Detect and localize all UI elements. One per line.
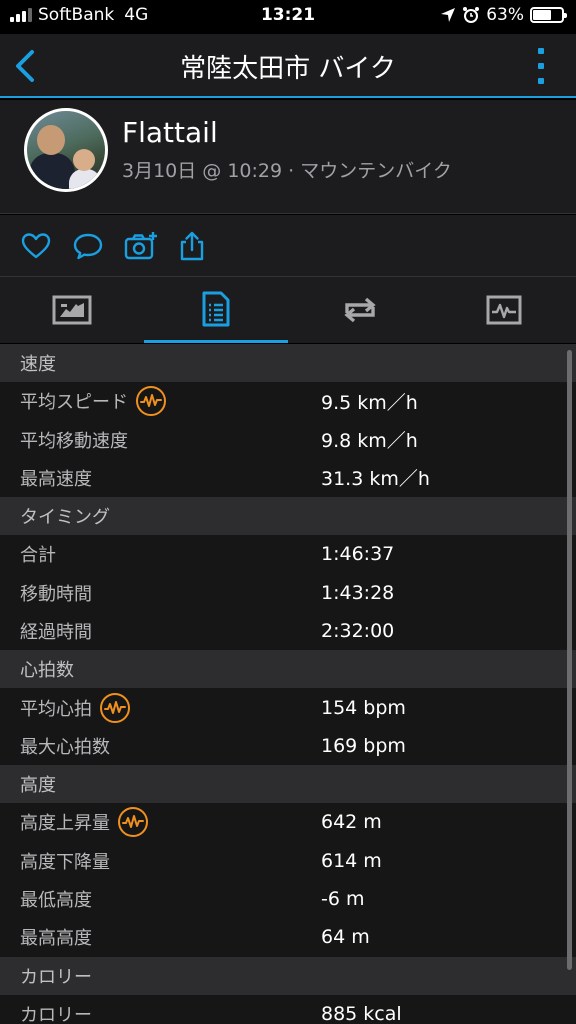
- stat-value: 31.3 km／h: [321, 468, 430, 491]
- stat-value: 614 m: [321, 849, 382, 872]
- overview-icon: [52, 295, 92, 325]
- action-bar: [0, 215, 576, 277]
- stat-value: 154 bpm: [321, 696, 406, 719]
- heart-icon[interactable]: [20, 230, 52, 262]
- stat-row: カロリー 885 kcal: [0, 995, 576, 1024]
- section-header: 速度: [0, 344, 576, 382]
- alarm-icon: [463, 7, 480, 23]
- stat-value: 169 bpm: [321, 734, 406, 757]
- stat-row: 高度上昇量 642 m: [0, 803, 576, 841]
- more-vertical-icon[interactable]: [538, 48, 546, 84]
- nav-bar: 常陸太田市 バイク: [0, 34, 576, 98]
- stat-value: 885 kcal: [321, 1002, 402, 1024]
- stat-label: 平均スピード: [20, 392, 128, 414]
- stat-row: 最高高度 64 m: [0, 918, 576, 956]
- tab-overview[interactable]: [0, 277, 144, 343]
- activity-meta: 3月10日 @ 10:29 · マウンテンバイク: [122, 160, 452, 182]
- status-bar: SoftBank 4G 13:21 63%: [0, 0, 576, 34]
- stat-label: 平均心拍: [20, 698, 92, 720]
- stat-value: 1:43:28: [321, 581, 395, 604]
- user-name[interactable]: Flattail: [122, 116, 218, 149]
- activity-wave-icon[interactable]: [118, 807, 148, 838]
- stat-row: 平均心拍 154 bpm: [0, 688, 576, 726]
- stat-label: 最低高度: [20, 890, 92, 912]
- activity-wave-icon[interactable]: [136, 386, 166, 417]
- stats-list: 速度平均スピード 9.5 km／h 平均移動速度 9.8 km／h 最高速度 31.3 k…: [0, 344, 576, 1024]
- stat-row: 高度下降量 614 m: [0, 842, 576, 880]
- stat-row: 合計 1:46:37: [0, 535, 576, 573]
- activity-header: Flattail 3月10日 @ 10:29 · マウンテンバイク: [0, 100, 576, 214]
- stat-label: 高度下降量: [20, 851, 110, 873]
- laps-icon: [344, 297, 376, 323]
- stats-list-icon: [202, 291, 230, 326]
- stat-label: 最大心拍数: [20, 736, 110, 758]
- stat-row: 移動時間 1:43:28: [0, 574, 576, 612]
- stat-value: 2:32:00: [321, 620, 395, 643]
- stat-label: 合計: [20, 545, 56, 567]
- stat-value: 1:46:37: [321, 543, 395, 566]
- chart-icon: [486, 295, 522, 325]
- stat-value: -6 m: [321, 888, 365, 911]
- stat-label: 経過時間: [20, 622, 92, 644]
- avatar[interactable]: [24, 108, 108, 192]
- stat-row: 経過時間 2:32:00: [0, 612, 576, 650]
- stat-label: 平均移動速度: [20, 430, 128, 452]
- chevron-left-icon[interactable]: [10, 48, 42, 84]
- tab-stats[interactable]: [144, 277, 288, 343]
- section-header: 高度: [0, 765, 576, 804]
- stat-label: 移動時間: [20, 583, 92, 605]
- tab-laps[interactable]: [288, 277, 432, 343]
- stat-label: 高度上昇量: [20, 813, 110, 835]
- tab-charts[interactable]: [432, 277, 576, 343]
- battery-fill: [533, 10, 551, 20]
- stat-value: 9.5 km／h: [321, 391, 418, 414]
- stat-row: 平均移動速度 9.8 km／h: [0, 420, 576, 458]
- section-header: カロリー: [0, 956, 576, 995]
- camera-add-icon[interactable]: [124, 230, 158, 262]
- section-header: タイミング: [0, 497, 576, 536]
- comment-icon[interactable]: [72, 230, 104, 262]
- page-title: 常陸太田市 バイク: [180, 54, 396, 84]
- stat-label: 最高速度: [20, 468, 92, 490]
- share-icon[interactable]: [176, 230, 208, 262]
- activity-wave-icon[interactable]: [100, 692, 130, 723]
- stat-row: 最大心拍数 169 bpm: [0, 727, 576, 765]
- scrollbar[interactable]: [567, 350, 572, 970]
- battery-icon: [530, 7, 567, 23]
- tab-bar: [0, 277, 576, 343]
- battery-percent: 63%: [486, 5, 524, 25]
- stat-value: 9.8 km／h: [321, 430, 418, 453]
- stat-row: 最高速度 31.3 km／h: [0, 459, 576, 497]
- location-arrow-icon: [441, 8, 456, 22]
- stat-row: 最低高度 -6 m: [0, 880, 576, 918]
- stat-label: 最高高度: [20, 928, 92, 950]
- stat-row: 平均スピード 9.5 km／h: [0, 382, 576, 420]
- stat-value: 642 m: [321, 811, 382, 834]
- stat-label: カロリー: [20, 1004, 92, 1024]
- section-header: 心拍数: [0, 650, 576, 689]
- stat-value: 64 m: [321, 926, 370, 949]
